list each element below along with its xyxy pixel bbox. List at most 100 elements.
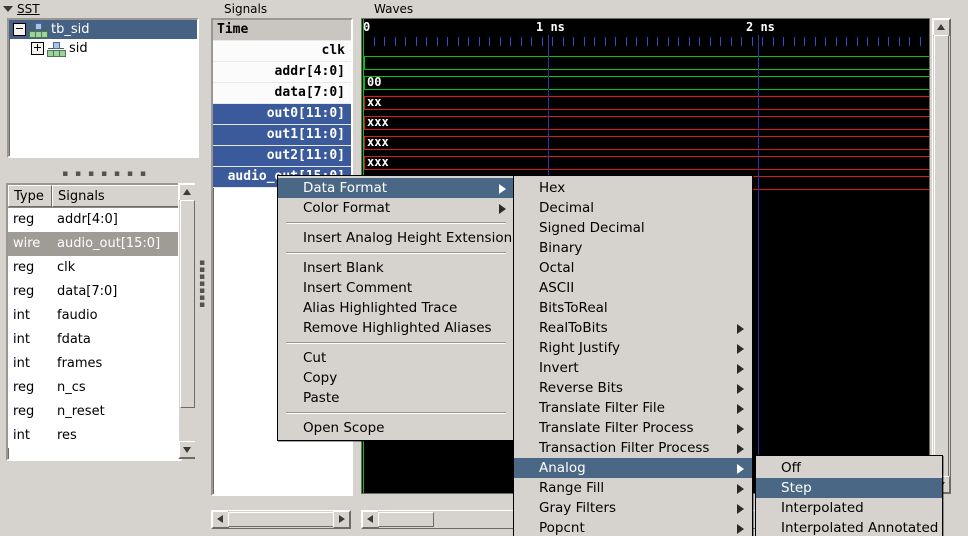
table-row[interactable]: regdata[7:0] (8, 280, 180, 304)
submenu-arrow-icon (737, 404, 744, 414)
signal-name-row[interactable]: out0[11:0] (213, 104, 351, 125)
ruler-tick (489, 37, 490, 46)
waves-vscrollbar[interactable] (932, 18, 951, 494)
analog-submenu[interactable]: OffStepInterpolatedInterpolated Annotate… (755, 455, 943, 536)
table-row[interactable]: wireaudio_out[15:0] (8, 232, 180, 256)
sst-disclosure-icon[interactable] (3, 6, 13, 12)
context-menu-item[interactable]: Cut (278, 348, 514, 368)
horizontal-splitter-grip[interactable]: ▪ ▪ ▪ ▪ ▪ ▪ ▪ (60, 170, 150, 178)
data-format-menu-item[interactable]: Translate Filter File (514, 398, 752, 418)
signal-name-row[interactable]: addr[4:0] (213, 62, 351, 83)
submenu-arrow-icon (737, 504, 744, 514)
table-row[interactable]: intfaudio (8, 304, 180, 328)
context-menu[interactable]: Data FormatColor Format Insert Analog Hei… (277, 175, 515, 441)
scroll-right-icon[interactable] (333, 511, 350, 528)
data-format-menu-item[interactable]: Right Justify (514, 338, 752, 358)
data-format-menu-item[interactable]: Binary (514, 238, 752, 258)
data-format-menu-item[interactable]: Analog (514, 458, 752, 478)
data-format-menu-item[interactable]: Translate Filter Process (514, 418, 752, 438)
expand-box-icon[interactable] (31, 42, 44, 55)
trace-transition-edge (364, 76, 365, 90)
tree-item-sid[interactable]: sid (9, 39, 197, 58)
context-menu-item[interactable]: Open Scope (278, 418, 514, 438)
analog-menu-item[interactable]: Interpolated Annotated (756, 518, 942, 536)
data-format-menu-item[interactable]: Range Fill (514, 478, 752, 498)
data-format-menu-item[interactable]: Invert (514, 358, 752, 378)
waveform-trace[interactable] (362, 53, 929, 73)
signal-name-row[interactable]: out1[11:0] (213, 125, 351, 146)
scrollbar-thumb[interactable] (228, 512, 334, 527)
context-menu-item[interactable]: Color Format (278, 198, 514, 218)
scroll-up-icon[interactable] (933, 19, 950, 36)
data-format-menu-item[interactable]: Gray Filters (514, 498, 752, 518)
scrollbar-thumb[interactable] (934, 35, 949, 477)
data-format-menu-item[interactable]: Signed Decimal (514, 218, 752, 238)
table-row[interactable]: regaddr[4:0] (8, 208, 180, 232)
waves-panel-title: Waves (371, 2, 416, 16)
sst-tree[interactable]: tb_sid sid (7, 18, 199, 158)
scroll-left-icon[interactable] (362, 511, 379, 528)
cell-type: reg (8, 208, 52, 232)
signal-table[interactable]: Type Signals regaddr[4:0]wireaudio_out[1… (6, 183, 182, 461)
ruler-tick (815, 37, 816, 46)
tree-item-tb_sid[interactable]: tb_sid (9, 20, 197, 39)
column-header-signals[interactable]: Signals (52, 185, 180, 207)
context-menu-item[interactable]: Paste (278, 388, 514, 408)
scroll-up-icon[interactable] (179, 184, 196, 201)
table-row[interactable]: intfdata (8, 328, 180, 352)
cell-signal-name: audio_out[15:0] (52, 232, 180, 256)
data-format-menu-item[interactable]: Decimal (514, 198, 752, 218)
data-format-menu-item[interactable]: RealToBits (514, 318, 752, 338)
context-menu-item[interactable]: Insert Analog Height Extension (278, 228, 514, 248)
signal-name-row[interactable]: out2[11:0] (213, 146, 351, 167)
context-menu-item[interactable]: Data Format (278, 178, 514, 198)
context-menu-item[interactable]: Insert Blank (278, 258, 514, 278)
data-format-menu-item[interactable]: Octal (514, 258, 752, 278)
data-format-menu-item[interactable]: Transaction Filter Process (514, 438, 752, 458)
signal-name-row[interactable]: data[7:0] (213, 83, 351, 104)
ruler-tick (542, 37, 543, 46)
ruler-tick (552, 37, 553, 46)
analog-menu-item[interactable]: Step (756, 478, 942, 498)
data-format-menu-item[interactable]: ASCII (514, 278, 752, 298)
table-row[interactable]: regn_reset (8, 400, 180, 424)
table-row[interactable]: regclk (8, 256, 180, 280)
trace-low-line (364, 89, 929, 90)
ruler-tick (510, 37, 511, 46)
waveform-trace[interactable]: 00 (362, 73, 929, 93)
data-format-submenu[interactable]: HexDecimalSigned DecimalBinaryOctalASCII… (513, 175, 753, 536)
analog-menu-item[interactable]: Off (756, 458, 942, 478)
submenu-arrow-icon (499, 184, 506, 194)
analog-menu-item[interactable]: Interpolated (756, 498, 942, 518)
vertical-splitter[interactable]: ▪▪▪▪▪▪▪ (195, 180, 207, 536)
waveform-trace[interactable]: xx (362, 93, 929, 113)
signals-hscrollbar[interactable] (211, 510, 351, 529)
scrollbar-thumb[interactable] (378, 512, 434, 527)
waveform-trace[interactable]: xxx (362, 133, 929, 153)
context-menu-item[interactable]: Alias Highlighted Trace (278, 298, 514, 318)
data-format-menu-item[interactable]: Hex (514, 178, 752, 198)
waveform-trace[interactable]: xxx (362, 113, 929, 133)
context-menu-item[interactable]: Copy (278, 368, 514, 388)
table-row[interactable]: intres (8, 424, 180, 448)
table-row[interactable]: regn_cs (8, 376, 180, 400)
scroll-left-icon[interactable] (212, 511, 229, 528)
trace-value-label: xxx (367, 155, 389, 169)
data-format-menu-item[interactable]: Popcnt (514, 518, 752, 536)
context-menu-item[interactable]: Insert Comment (278, 278, 514, 298)
time-ruler[interactable]: 0 1 ns2 ns (362, 19, 929, 53)
scrollbar-thumb[interactable] (180, 200, 195, 408)
signal-name-row[interactable]: clk (213, 41, 351, 62)
data-format-menu-item[interactable]: BitsToReal (514, 298, 752, 318)
ruler-tick (762, 37, 763, 46)
time-row-label[interactable]: Time (213, 20, 351, 41)
context-menu-item[interactable]: Remove Highlighted Aliases (278, 318, 514, 338)
collapse-box-icon[interactable] (13, 23, 26, 36)
waveform-trace[interactable]: xxx (362, 153, 929, 173)
column-header-type[interactable]: Type (8, 185, 52, 207)
table-row[interactable]: intframes (8, 352, 180, 376)
submenu-arrow-icon (737, 484, 744, 494)
scroll-down-icon[interactable] (179, 441, 196, 458)
data-format-menu-item[interactable]: Reverse Bits (514, 378, 752, 398)
ruler-tick (426, 37, 427, 46)
